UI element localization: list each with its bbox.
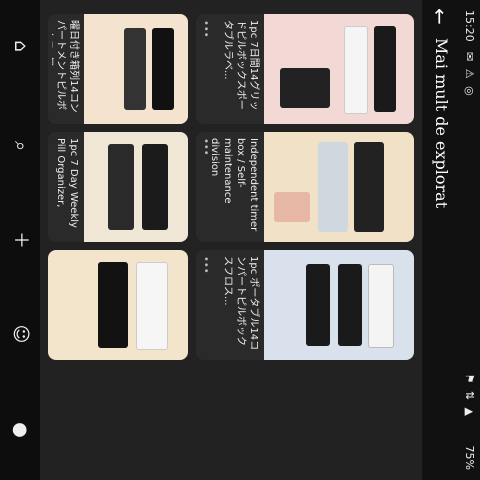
page-title: Mai mult de explorat <box>432 38 451 209</box>
pin-image <box>264 14 414 124</box>
pin-caption: 曜日付き箱列14コンパートメントピルボックス1個... <box>52 20 79 113</box>
pin-grid: 1pc 7日間14グリッドピルボックスポータブルラベ... ••• Indepe… <box>40 0 422 480</box>
screen: 15:20 ✉ ⚠ ◎ ⚑ ⇅ ▲ 75% ← Mai mult de expl… <box>0 0 480 480</box>
pin-caption: 1pc 7日間14グリッドピルボックスポータブルラベ... <box>222 20 259 111</box>
pin-image <box>264 132 414 242</box>
pin-caption: 1pc 7 Day Weekly Pill Organizer, Large A… <box>52 138 79 228</box>
pin-caption: Independent timer box / Self-maintenance… <box>209 138 259 232</box>
pin-image <box>84 132 188 242</box>
more-icon[interactable]: ••• <box>200 256 211 274</box>
pin-card[interactable]: 曜日付き箱列14コンパートメントピルボックス1個... <box>48 14 188 124</box>
back-arrow-icon[interactable]: ← <box>428 8 452 30</box>
status-bar: 15:20 ✉ ⚠ ◎ ⚑ ⇅ ▲ 75% <box>458 0 480 480</box>
pin-caption: 1pc ポータブル14コンパートピルボックスフロス... <box>222 256 259 351</box>
rotated-frame: 15:20 ✉ ⚠ ◎ ⚑ ⇅ ▲ 75% ← Mai mult de expl… <box>0 0 480 480</box>
home-icon[interactable]: ⌂ <box>8 34 32 58</box>
more-icon[interactable]: ••• <box>200 138 211 156</box>
pin-card[interactable]: 1pc 7 Day Weekly Pill Organizer, Large A… <box>48 132 188 242</box>
pin-image <box>84 14 188 124</box>
pin-card[interactable]: 1pc 7日間14グリッドピルボックスポータブルラベ... ••• <box>196 14 414 124</box>
pin-card[interactable] <box>48 250 188 360</box>
pin-card[interactable]: Independent timer box / Self-maintenance… <box>196 132 414 242</box>
search-icon[interactable]: ⌕ <box>8 134 32 158</box>
pin-card[interactable]: 1pc ポータブル14コンパートピルボックスフロス... ••• <box>196 250 414 360</box>
pin-image <box>48 250 188 360</box>
signal-icons: ⚑ ⇅ ▲ <box>463 373 476 418</box>
status-time: 15:20 <box>463 10 476 42</box>
bottom-nav: ⌂ ⌕ ＋ ☺ ● <box>0 0 40 480</box>
pin-image <box>264 250 414 360</box>
profile-icon[interactable]: ● <box>8 418 32 442</box>
battery-level: 75% <box>463 445 476 470</box>
chat-icon[interactable]: ☺ <box>8 322 32 346</box>
notification-icons: ✉ ⚠ ◎ <box>463 52 476 98</box>
add-icon[interactable]: ＋ <box>8 228 32 252</box>
more-icon[interactable]: ••• <box>200 20 211 38</box>
header: ← Mai mult de explorat <box>422 0 458 480</box>
